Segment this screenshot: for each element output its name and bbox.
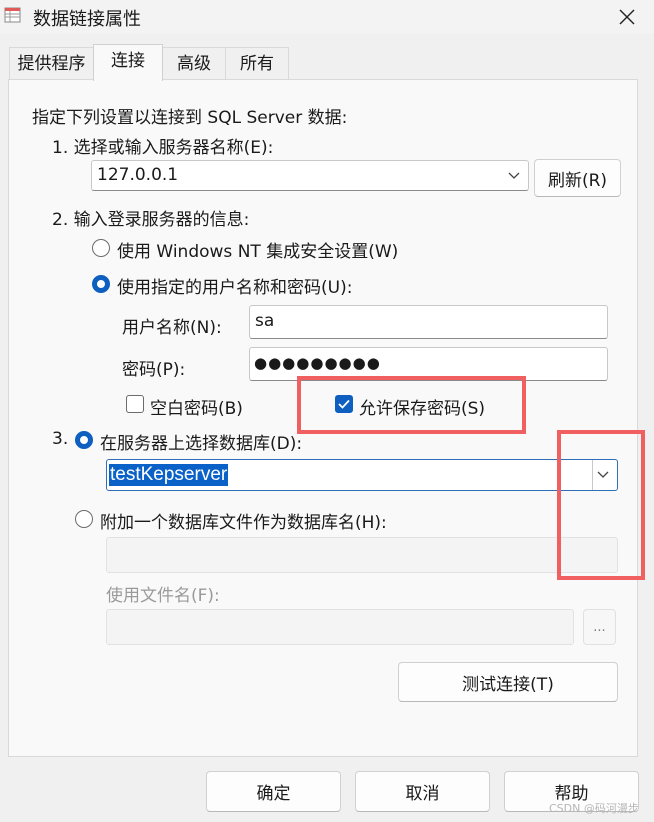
browse-button[interactable]: ... (583, 609, 616, 645)
auth-windows-label: 使用 Windows NT 集成安全设置(W) (117, 242, 399, 262)
attach-db-input[interactable] (106, 537, 618, 573)
ok-button[interactable]: 确定 (206, 771, 341, 812)
select-db-label: 在服务器上选择数据库(D): (100, 434, 303, 454)
refresh-button[interactable]: 刷新(R) (534, 159, 621, 197)
window-title: 数据链接属性 (33, 9, 141, 30)
close-icon (619, 9, 635, 25)
test-connection-button[interactable]: 测试连接(T) (398, 662, 618, 702)
step3-number: 3. (52, 429, 69, 449)
cancel-button[interactable]: 取消 (355, 771, 490, 812)
password-label: 密码(P): (122, 360, 186, 380)
close-button[interactable] (612, 2, 642, 32)
server-combobox[interactable]: 127.0.0.1 (91, 160, 529, 191)
highlight-box-save-password (297, 376, 526, 434)
attach-db-label: 附加一个数据库文件作为数据库名(H): (100, 513, 387, 533)
blank-password-label: 空白密码(B) (150, 399, 243, 419)
step1-label: 1. 选择或输入服务器名称(E): (52, 138, 274, 158)
tab-connection[interactable]: 连接 (93, 44, 163, 81)
tab-advanced[interactable]: 高级 (162, 47, 226, 79)
tab-all[interactable]: 所有 (225, 47, 289, 79)
step2-label: 2. 输入登录服务器的信息: (52, 210, 250, 230)
auth-windows-radio[interactable] (92, 239, 110, 257)
server-value: 127.0.0.1 (97, 165, 179, 185)
filename-input[interactable] (106, 609, 574, 645)
watermark: CSDN @码河漫步 (549, 802, 639, 815)
tab-provider[interactable]: 提供程序 (9, 47, 94, 79)
highlight-box-dropdown (557, 430, 645, 580)
intro-text: 指定下列设置以连接到 SQL Server 数据: (32, 108, 348, 128)
username-label: 用户名称(N): (122, 318, 222, 338)
auth-sql-label: 使用指定的用户名称和密码(U): (117, 278, 353, 298)
filename-label: 使用文件名(F): (106, 586, 220, 606)
attach-db-radio[interactable] (75, 510, 93, 528)
app-icon (4, 6, 22, 24)
auth-sql-radio[interactable] (92, 275, 110, 293)
username-value: sa (255, 311, 275, 331)
database-select[interactable]: testKepserver (106, 459, 618, 491)
password-value: ●●●●●●●●● (254, 354, 381, 372)
chevron-down-icon (508, 172, 520, 179)
blank-password-checkbox[interactable] (126, 395, 144, 413)
database-value: testKepserver (109, 464, 229, 486)
username-input[interactable]: sa (249, 305, 608, 339)
select-db-radio[interactable] (75, 431, 93, 449)
